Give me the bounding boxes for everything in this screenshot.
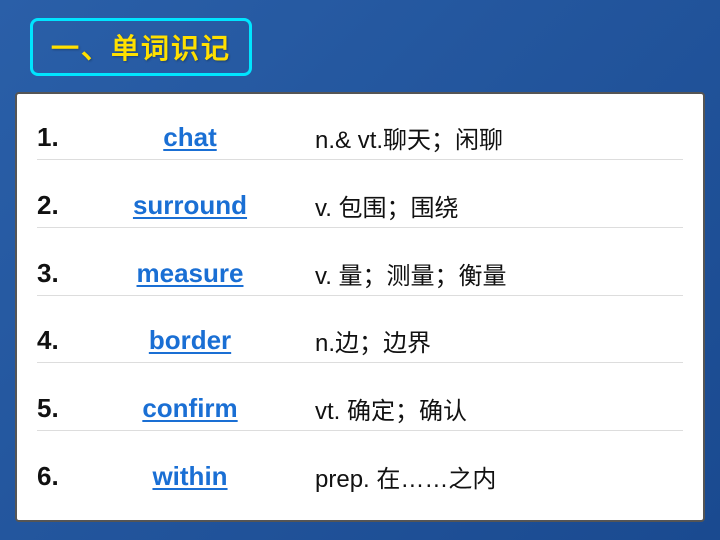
vocab-word: confirm [138,393,241,424]
vocab-definition: n.边；边界 [315,323,683,358]
word-blank: surround [75,190,305,221]
word-blank: border [75,325,305,356]
vocab-word: border [145,325,235,356]
page: 一、单词识记 1. chat n.& vt.聊天；闲聊 2. surround v. 包围… [0,0,720,540]
vocab-row: 6. within prep. 在……之内 [37,455,683,498]
word-blank: within [75,461,305,492]
vocab-definition: vt. 确定；确认 [315,391,683,426]
vocab-definition: v. 量；测量；衡量 [315,256,683,291]
vocab-word: chat [159,122,220,153]
vocab-card: 1. chat n.& vt.聊天；闲聊 2. surround v. 包围；围绕 3. me… [15,92,705,522]
vocab-row: 2. surround v. 包围；围绕 [37,184,683,228]
vocab-word: surround [129,190,251,221]
vocab-number: 1. [37,122,75,153]
vocab-word: within [148,461,231,492]
vocab-number: 5. [37,393,75,424]
word-blank: chat [75,122,305,153]
vocab-definition: n.& vt.聊天；闲聊 [315,120,683,155]
vocab-number: 2. [37,190,75,221]
word-blank: measure [75,258,305,289]
vocab-row: 5. confirm vt. 确定；确认 [37,387,683,431]
vocab-row: 3. measure v. 量；测量；衡量 [37,252,683,296]
word-blank: confirm [75,393,305,424]
page-title: 一、单词识记 [51,33,231,64]
vocab-row: 1. chat n.& vt.聊天；闲聊 [37,116,683,160]
title-box: 一、单词识记 [30,18,252,76]
vocab-number: 3. [37,258,75,289]
vocab-row: 4. border n.边；边界 [37,319,683,363]
vocab-number: 6. [37,461,75,492]
vocab-definition: v. 包围；围绕 [315,188,683,223]
vocab-number: 4. [37,325,75,356]
vocab-word: measure [133,258,248,289]
vocab-definition: prep. 在……之内 [315,459,683,494]
